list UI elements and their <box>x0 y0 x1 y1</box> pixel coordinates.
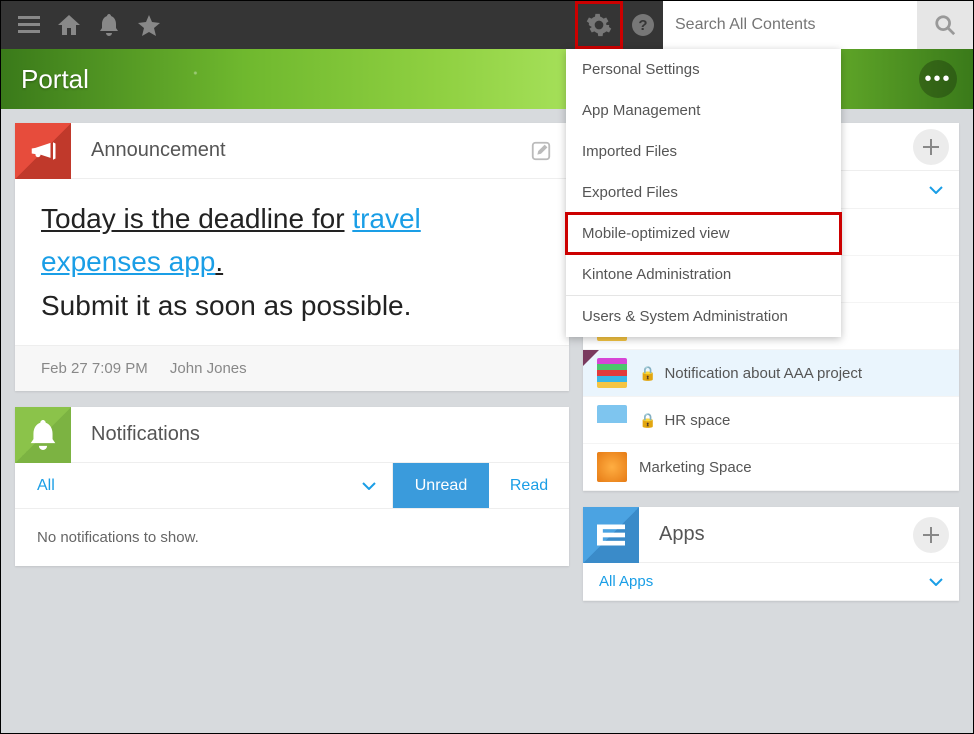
apps-icon <box>583 507 639 563</box>
menu-exported-files[interactable]: Exported Files <box>566 172 841 213</box>
apps-header: Apps <box>583 507 959 563</box>
bell-panel-icon <box>15 407 71 463</box>
star-icon[interactable] <box>129 1 169 49</box>
menu-imported-files[interactable]: Imported Files <box>566 131 841 172</box>
menu-mobile-view[interactable]: Mobile-optimized view <box>566 213 841 254</box>
announcement-author: John Jones <box>170 360 247 377</box>
all-apps-toggle[interactable]: All Apps <box>583 563 959 601</box>
notification-tabs: All Unread Read <box>15 463 569 509</box>
search-input[interactable] <box>663 1 917 49</box>
lock-icon: 🔒 <box>639 412 656 429</box>
page-title: Portal <box>21 64 89 95</box>
bell-icon[interactable] <box>89 1 129 49</box>
home-icon[interactable] <box>49 1 89 49</box>
edit-announcement-button[interactable] <box>519 129 563 173</box>
announcement-body: Today is the deadline for travel expense… <box>15 179 569 345</box>
topbar-left <box>1 1 169 49</box>
search-button[interactable] <box>917 1 973 49</box>
corner-marker <box>583 350 599 366</box>
menu-kintone-admin[interactable]: Kintone Administration <box>566 254 841 295</box>
notifications-empty: No notifications to show. <box>15 509 569 566</box>
announcement-text-2: Submit it as soon as possible. <box>41 290 411 321</box>
announcement-title: Announcement <box>71 139 519 162</box>
space-thumbnail <box>597 405 627 435</box>
announcement-text-1: Today is the deadline for <box>41 203 345 234</box>
space-item[interactable]: 🔒 HR space <box>583 397 959 444</box>
menu-users-system-admin[interactable]: Users & System Administration <box>566 295 841 337</box>
help-icon[interactable]: ? <box>623 1 663 49</box>
add-space-button[interactable] <box>913 129 949 165</box>
menu-personal-settings[interactable]: Personal Settings <box>566 49 841 90</box>
space-label: Marketing Space <box>639 459 752 476</box>
apps-title: Apps <box>639 523 913 546</box>
space-label: HR space <box>664 412 730 429</box>
lock-icon: 🔒 <box>639 365 656 382</box>
announcement-header: Announcement <box>15 123 569 179</box>
tab-all[interactable]: All <box>15 463 393 508</box>
space-item[interactable]: 🔒 Notification about AAA project <box>583 350 959 397</box>
chevron-down-icon <box>929 578 943 586</box>
settings-button[interactable] <box>575 1 623 49</box>
apps-panel: Apps All Apps <box>583 507 959 601</box>
space-label: Notification about AAA project <box>664 365 862 382</box>
tab-unread[interactable]: Unread <box>393 463 489 508</box>
notifications-title: Notifications <box>71 423 569 446</box>
settings-dropdown: Personal Settings App Management Importe… <box>566 49 841 337</box>
announcement-suffix: . <box>215 246 223 277</box>
add-app-button[interactable] <box>913 517 949 553</box>
announcement-timestamp: Feb 27 7:09 PM <box>41 360 148 377</box>
space-thumbnail <box>597 452 627 482</box>
announcement-panel: Announcement Today is the deadline for t… <box>15 123 569 391</box>
announcement-footer: Feb 27 7:09 PM John Jones <box>15 345 569 391</box>
svg-text:?: ? <box>638 17 647 34</box>
left-column: Announcement Today is the deadline for t… <box>15 123 569 733</box>
topbar: ? <box>1 1 973 49</box>
notifications-header: Notifications <box>15 407 569 463</box>
banner-more-button[interactable]: ••• <box>919 60 957 98</box>
megaphone-icon <box>15 123 71 179</box>
space-item[interactable]: Marketing Space <box>583 444 959 491</box>
menu-icon[interactable] <box>9 1 49 49</box>
menu-app-management[interactable]: App Management <box>566 90 841 131</box>
space-thumbnail <box>597 358 627 388</box>
topbar-right: ? <box>575 1 973 49</box>
chevron-down-icon <box>362 482 376 490</box>
tab-read[interactable]: Read <box>489 463 569 508</box>
chevron-down-icon <box>929 186 943 194</box>
search-box <box>663 1 973 49</box>
notifications-panel: Notifications All Unread Read No notific… <box>15 407 569 566</box>
